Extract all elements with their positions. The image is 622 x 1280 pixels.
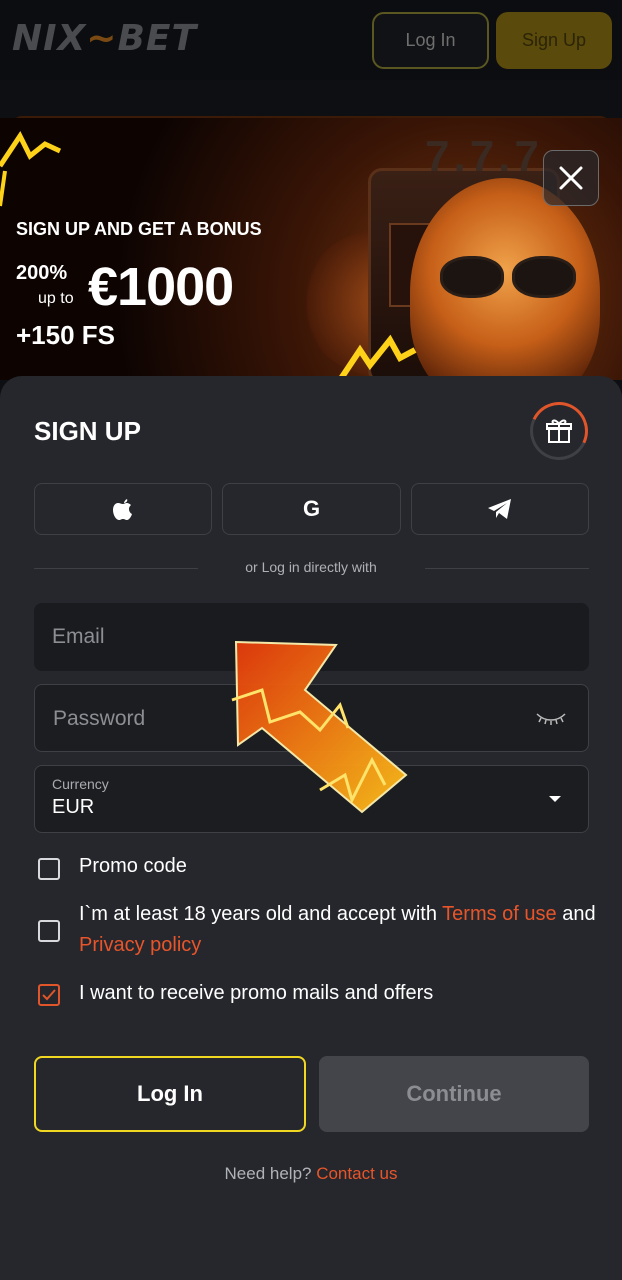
promo-mails-checkbox[interactable] [38,984,60,1006]
email-placeholder: Email [52,625,105,648]
continue-button[interactable]: Continue [319,1056,589,1132]
eye-closed-icon[interactable] [535,710,567,726]
age-terms-checkbox[interactable] [38,920,60,942]
close-button[interactable] [543,150,599,206]
nixbet-logo[interactable]: NIX~BET [12,18,197,59]
currency-select[interactable]: Currency EUR [34,765,589,833]
login-button[interactable]: Log In [34,1056,306,1132]
bonus-percent: 200% [16,262,68,284]
bonus-title: SIGN UP AND GET A BONUS [16,219,262,239]
promo-code-label[interactable]: Promo code [79,851,187,882]
help-text: Need help? Contact us [0,1164,622,1184]
bonus-up-to: up to [38,290,74,307]
terms-of-use-link[interactable]: Terms of use [442,903,556,925]
age-terms-label: I`m at least 18 years old and accept wit… [79,899,599,961]
sevens-decoration: 7.7.7 [425,132,543,181]
promo-mails-label[interactable]: I want to receive promo mails and offers [79,978,433,1009]
promo-code-checkbox[interactable] [38,858,60,880]
top-header: NIX~BET Log In Sign Up [0,0,622,80]
bonus-free-spins: +150 FS [16,320,116,350]
sunglasses-illustration [440,256,580,298]
signup-panel: SIGN UP G or Log in directly with Email … [0,376,622,1280]
bonus-amount: €1000 [88,257,234,317]
password-field[interactable]: Password [34,684,589,752]
telegram-icon [488,499,511,519]
divider-right [425,568,589,569]
checkmark-icon [42,989,56,1001]
login-directly-text: or Log in directly with [245,559,377,575]
lightning-bolt-bottom [337,334,417,380]
signup-title: SIGN UP [34,416,141,446]
google-signin-button[interactable]: G [222,483,401,535]
currency-label: Currency [52,776,109,792]
google-icon: G [302,496,321,521]
gift-button[interactable] [530,402,588,460]
chevron-down-icon [549,796,561,802]
gift-icon [546,419,572,443]
lightning-bolt-left [0,131,62,207]
need-help-text: Need help? [224,1164,317,1183]
privacy-policy-link[interactable]: Privacy policy [79,934,201,956]
bonus-banner: 7.7.7 SIGN UP AND GET A BONUS 200% up to… [0,118,622,380]
contact-us-link[interactable]: Contact us [316,1164,397,1183]
close-icon [559,166,583,190]
age-terms-text: I`m at least 18 years old and accept wit… [79,903,443,925]
and-text: and [556,903,596,925]
header-signup-button[interactable]: Sign Up [496,12,612,69]
password-placeholder: Password [53,707,146,730]
apple-signin-button[interactable] [34,483,212,535]
header-login-button[interactable]: Log In [372,12,489,69]
email-field[interactable]: Email [34,603,589,671]
telegram-signin-button[interactable] [411,483,589,535]
currency-value: EUR [52,796,95,818]
apple-icon [113,499,132,520]
